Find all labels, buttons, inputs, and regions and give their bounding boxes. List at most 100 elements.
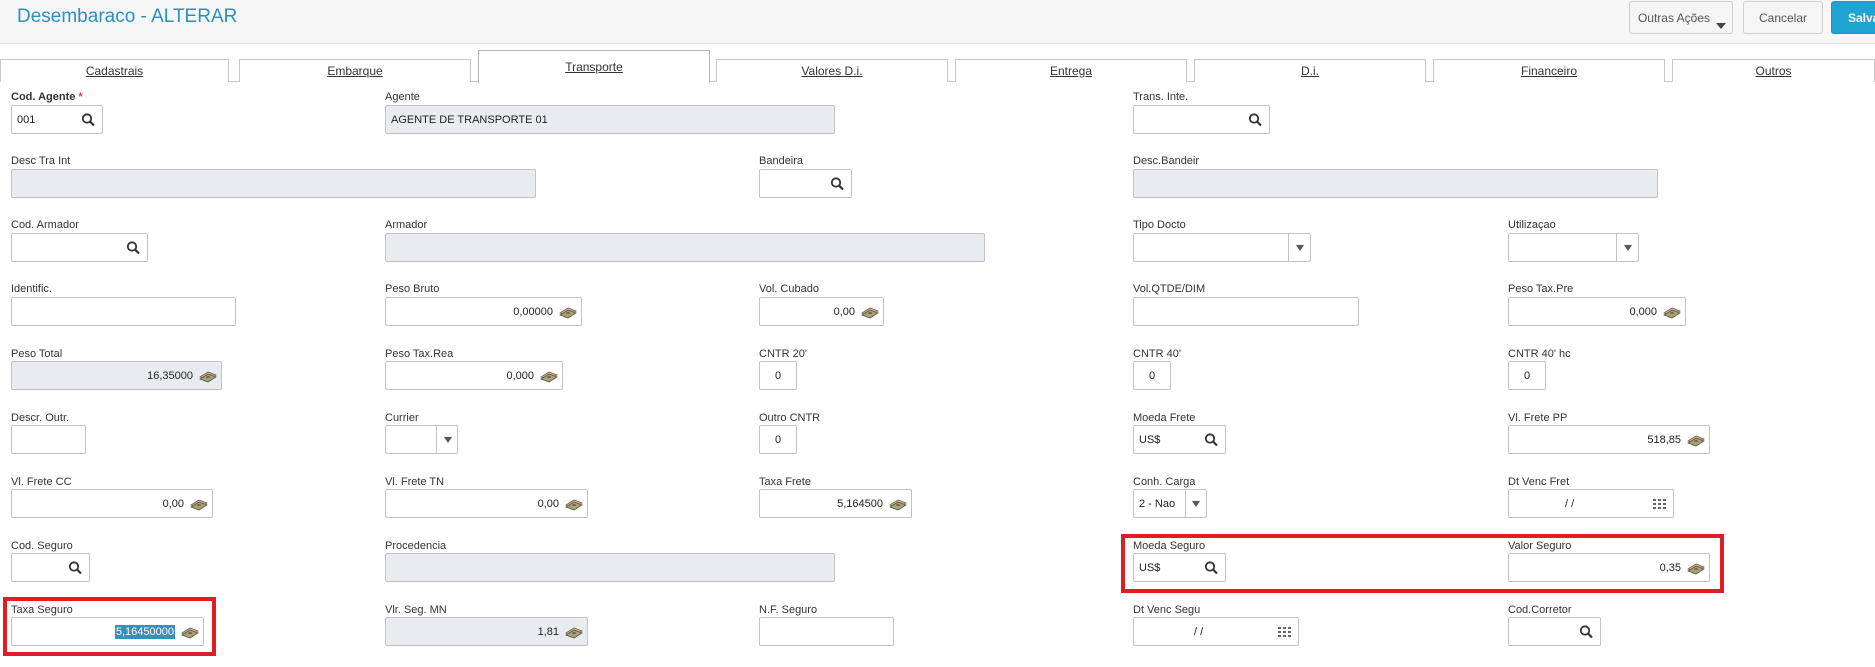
vl-frete-pp-label: Vl. Frete PP (1508, 412, 1568, 424)
vl-frete-tn-field[interactable]: 0,00 (385, 489, 588, 518)
armador-field (385, 233, 985, 262)
money-icon (190, 499, 208, 511)
select-divider (1616, 234, 1617, 261)
search-icon[interactable] (67, 560, 85, 576)
field-value: 2 - Nao (1139, 498, 1176, 510)
money-icon (1663, 307, 1681, 319)
required-mark: * (78, 91, 83, 103)
agente-field: AGENTE DE TRANSPORTE 01 (385, 105, 835, 134)
money-icon (559, 307, 577, 319)
select-divider (1288, 234, 1289, 261)
utilizacao-label: Utilizaçao (1508, 219, 1556, 231)
label-text: Cod. Agente (11, 91, 76, 103)
cod-agente-field[interactable]: 001 (11, 105, 103, 134)
tab-outros[interactable]: Outros (1672, 59, 1875, 82)
tab-label: Transporte (565, 60, 623, 74)
bandeira-label: Bandeira (759, 155, 804, 167)
vl-frete-pp-field[interactable]: 518,85 (1508, 425, 1710, 454)
peso-tax-pre-field[interactable]: 0,000 (1508, 297, 1686, 326)
tab-valores-di[interactable]: Valores D.i. (716, 59, 948, 82)
vol-cubado-field[interactable]: 0,00 (759, 297, 884, 326)
cntr-40-hc-field[interactable]: 0 (1508, 361, 1546, 390)
desc-bandeir-label: Desc.Bandeir (1133, 155, 1200, 167)
chevron-down-icon[interactable] (444, 437, 452, 443)
peso-total-label: Peso Total (11, 348, 63, 360)
calendar-icon[interactable] (1651, 496, 1669, 512)
chevron-down-icon[interactable] (1624, 245, 1632, 251)
vl-frete-cc-field[interactable]: 0,00 (11, 489, 213, 518)
chevron-down-icon[interactable] (1296, 245, 1304, 251)
outras-acoes-button[interactable]: Outras Ações (1629, 1, 1733, 34)
field-value: 0,00 (162, 498, 184, 510)
cntr-20-field[interactable]: 0 (759, 361, 797, 390)
desc-tra-int-field (11, 169, 536, 198)
dt-venc-segu-field[interactable]: / / (1133, 617, 1299, 646)
field-value: / / (1565, 498, 1575, 510)
armador-label: Armador (385, 219, 428, 231)
identific-field[interactable] (11, 297, 236, 326)
search-icon[interactable] (1247, 112, 1265, 128)
vlr-seg-mn-field: 1,81 (385, 617, 588, 646)
tab-embarque[interactable]: Embarque (239, 59, 471, 82)
tab-label: Embarque (327, 64, 383, 78)
peso-tax-rea-label: Peso Tax.Rea (385, 348, 454, 360)
save-button[interactable]: Salva (1831, 1, 1875, 34)
cntr-40-hc-label: CNTR 40' hc (1508, 348, 1571, 360)
calendar-icon[interactable] (1276, 624, 1294, 640)
tab-transporte[interactable]: Transporte (478, 50, 710, 83)
tab-label: Financeiro (1520, 64, 1578, 78)
cod-corretor-field[interactable] (1508, 617, 1601, 646)
money-icon (861, 307, 879, 319)
bandeira-field[interactable] (759, 169, 852, 198)
tab-bar: Cadastrais Embarque Transporte Valores D… (0, 50, 1875, 83)
utilizacao-select[interactable] (1508, 233, 1639, 262)
money-icon (540, 371, 558, 383)
cod-armador-field[interactable] (11, 233, 148, 262)
trans-inte-field[interactable] (1133, 105, 1270, 134)
tipo-docto-select[interactable] (1133, 233, 1311, 262)
trans-inte-label: Trans. Inte. (1133, 91, 1189, 103)
search-icon[interactable] (829, 176, 847, 192)
peso-bruto-label: Peso Bruto (385, 283, 440, 295)
descr-outr-field[interactable] (11, 425, 86, 454)
tab-financeiro[interactable]: Financeiro (1433, 59, 1665, 82)
peso-total-field: 16,35000 (11, 361, 222, 390)
highlight-box-seguro (1121, 534, 1724, 593)
field-value: 001 (17, 114, 36, 126)
cod-seguro-field[interactable] (11, 553, 90, 582)
search-icon[interactable] (80, 112, 98, 128)
cntr-40-field[interactable]: 0 (1133, 361, 1171, 390)
nf-seguro-field[interactable] (759, 617, 894, 646)
field-value: 518,85 (1647, 434, 1681, 446)
dt-venc-fret-field[interactable]: / / (1508, 489, 1674, 518)
field-value: AGENTE DE TRANSPORTE 01 (391, 114, 548, 126)
money-icon (199, 371, 217, 383)
money-icon (565, 499, 583, 511)
moeda-frete-field[interactable]: US$ (1133, 425, 1226, 454)
peso-bruto-field[interactable]: 0,00000 (385, 297, 582, 326)
search-icon[interactable] (1578, 624, 1596, 640)
tab-entrega[interactable]: Entrega (955, 59, 1187, 82)
conh-carga-select[interactable]: 2 - Nao (1133, 489, 1207, 518)
search-icon[interactable] (1203, 432, 1221, 448)
vl-frete-tn-label: Vl. Frete TN (385, 476, 445, 488)
search-icon[interactable] (125, 240, 143, 256)
tab-cadastrais[interactable]: Cadastrais (0, 59, 229, 82)
peso-tax-rea-field[interactable]: 0,000 (385, 361, 563, 390)
moeda-frete-label: Moeda Frete (1133, 412, 1196, 424)
identific-label: Identific. (11, 283, 52, 295)
vol-qtde-dim-field[interactable] (1133, 297, 1359, 326)
cod-armador-label: Cod. Armador (11, 219, 79, 231)
tab-di[interactable]: D.i. (1194, 59, 1426, 82)
cod-corretor-label: Cod.Corretor (1508, 604, 1572, 616)
currier-select[interactable] (385, 425, 458, 454)
select-divider (436, 426, 437, 453)
outro-cntr-field[interactable]: 0 (759, 425, 797, 454)
chevron-down-icon[interactable] (1192, 501, 1200, 507)
agente-label: Agente (385, 91, 420, 103)
money-icon (889, 499, 907, 511)
taxa-frete-field[interactable]: 5,164500 (759, 489, 912, 518)
cancel-button[interactable]: Cancelar (1743, 1, 1823, 34)
field-value: 0,00 (833, 306, 855, 318)
tab-label: Outros (1755, 64, 1792, 78)
